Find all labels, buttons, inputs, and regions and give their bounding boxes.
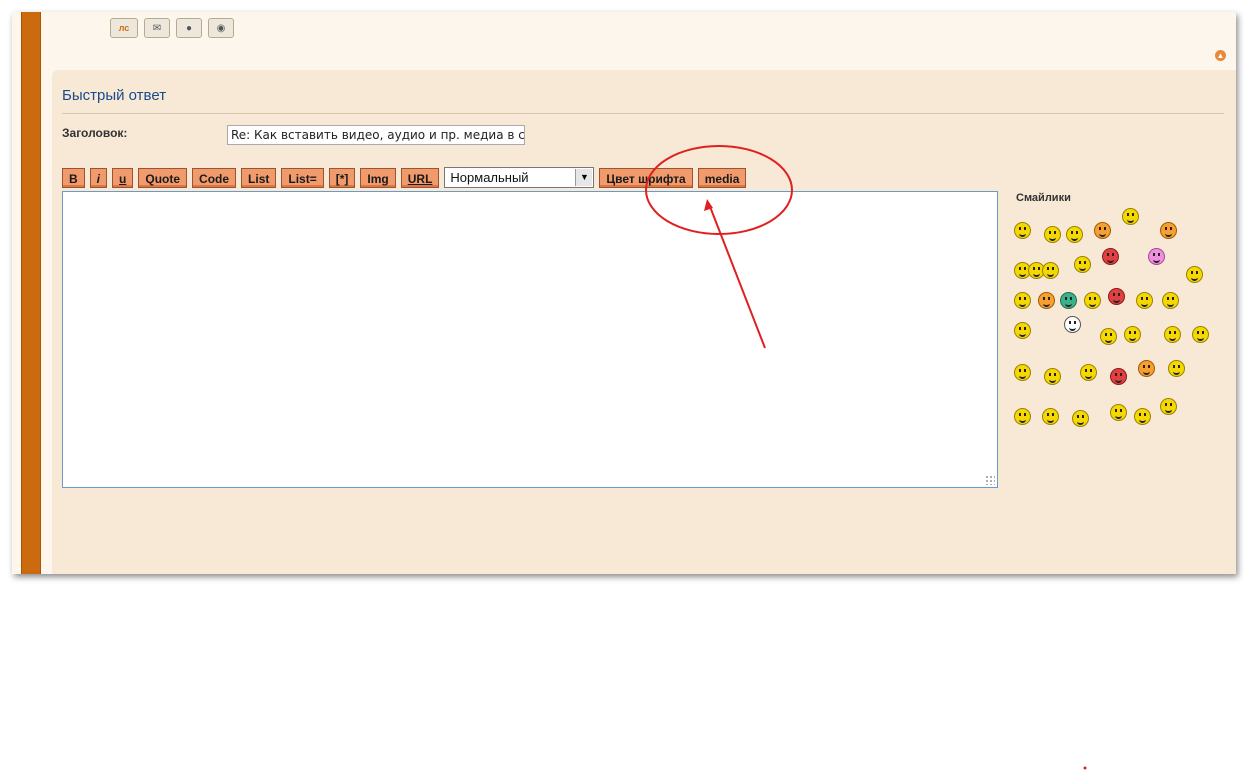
quote-button[interactable]: Quote xyxy=(138,167,188,188)
smiley-icon[interactable] xyxy=(1060,292,1077,309)
subject-label: Заголовок: xyxy=(62,126,128,140)
smiley-icon[interactable] xyxy=(1160,222,1177,239)
profile-icons: лс ✉ ● ◉ xyxy=(110,18,234,38)
img-button[interactable]: Img xyxy=(360,167,396,188)
smiley-icon[interactable] xyxy=(1014,322,1031,339)
smiley-icon[interactable] xyxy=(1108,288,1125,305)
smiley-icon[interactable] xyxy=(1134,408,1151,425)
smiley-icon[interactable] xyxy=(1110,404,1127,421)
smiley-icon[interactable] xyxy=(1084,292,1101,309)
smilies-label: Смайлики xyxy=(1016,192,1071,204)
smiley-icon[interactable] xyxy=(1160,398,1177,415)
media-button[interactable]: media xyxy=(697,167,747,188)
email-icon[interactable]: ✉ xyxy=(144,18,170,38)
smiley-icon[interactable] xyxy=(1014,408,1031,425)
smiley-icon[interactable] xyxy=(1122,208,1139,225)
chevron-down-icon[interactable]: ▼ xyxy=(575,169,593,186)
smilies-panel xyxy=(1014,208,1224,574)
website-icon[interactable]: ● xyxy=(176,18,202,38)
resize-handle[interactable] xyxy=(985,475,995,485)
bbcode-toolbar: Bi u Quote Code List List= [*] Img URL Нормальны… xyxy=(62,167,751,188)
camera-icon[interactable]: ◉ xyxy=(208,18,234,38)
smiley-icon[interactable] xyxy=(1168,360,1185,377)
smiley-icon[interactable] xyxy=(1162,292,1179,309)
url-button[interactable]: URL xyxy=(400,167,440,188)
smiley-icon[interactable] xyxy=(1038,292,1055,309)
font-size-select[interactable]: Нормальный ▼ xyxy=(444,167,595,188)
smiley-icon[interactable] xyxy=(1110,368,1127,385)
smiley-icon[interactable] xyxy=(1124,326,1141,343)
smiley-icon[interactable] xyxy=(1044,226,1061,243)
smiley-icon[interactable] xyxy=(1136,292,1153,309)
smiley-icon[interactable] xyxy=(1100,328,1117,345)
list-button[interactable]: List xyxy=(241,167,277,188)
smiley-icon[interactable] xyxy=(1042,262,1059,279)
underline-button[interactable]: u xyxy=(112,167,134,188)
left-accent-bar xyxy=(21,12,41,574)
smiley-icon[interactable] xyxy=(1148,248,1165,265)
scroll-top-icon[interactable]: ▲ xyxy=(1215,50,1226,61)
smiley-icon[interactable] xyxy=(1044,368,1061,385)
smiley-icon[interactable] xyxy=(1192,326,1209,343)
list-item-button[interactable]: [*] xyxy=(328,167,356,188)
smiley-icon[interactable] xyxy=(1094,222,1111,239)
smiley-icon[interactable] xyxy=(1014,364,1031,381)
font-size-value: Нормальный xyxy=(450,170,529,185)
quick-reply-title: Быстрый ответ xyxy=(62,87,167,104)
screenshot-frame: лс ✉ ● ◉ ▲ Быстрый ответ Заголовок: Re: Как… xyxy=(12,12,1236,574)
profile-icon[interactable]: лс xyxy=(110,18,138,38)
smiley-icon[interactable] xyxy=(1164,326,1181,343)
code-button[interactable]: Code xyxy=(192,167,237,188)
font-color-button[interactable]: Цвет шрифта xyxy=(599,167,693,188)
smiley-icon[interactable] xyxy=(1102,248,1119,265)
stray-mark xyxy=(1083,766,1087,770)
bold-button[interactable]: B xyxy=(62,167,85,188)
italic-button[interactable]: i xyxy=(89,167,108,188)
smiley-icon[interactable] xyxy=(1066,226,1083,243)
smiley-icon[interactable] xyxy=(1064,316,1081,333)
smiley-icon[interactable] xyxy=(1186,266,1203,283)
smiley-icon[interactable] xyxy=(1042,408,1059,425)
list-ordered-button[interactable]: List= xyxy=(281,167,324,188)
smiley-icon[interactable] xyxy=(1138,360,1155,377)
smiley-icon[interactable] xyxy=(1074,256,1091,273)
smiley-icon[interactable] xyxy=(1072,410,1089,427)
message-textarea[interactable] xyxy=(62,191,998,488)
smiley-icon[interactable] xyxy=(1080,364,1097,381)
quick-reply-panel: Быстрый ответ Заголовок: Re: Как вставит… xyxy=(52,70,1236,574)
divider xyxy=(62,113,1224,114)
subject-input[interactable]: Re: Как вставить видео, аудио и пр. меди… xyxy=(227,125,525,145)
post-footer: лс ✉ ● ◉ ▲ xyxy=(52,12,1236,68)
smiley-icon[interactable] xyxy=(1014,292,1031,309)
smiley-icon[interactable] xyxy=(1014,222,1031,239)
